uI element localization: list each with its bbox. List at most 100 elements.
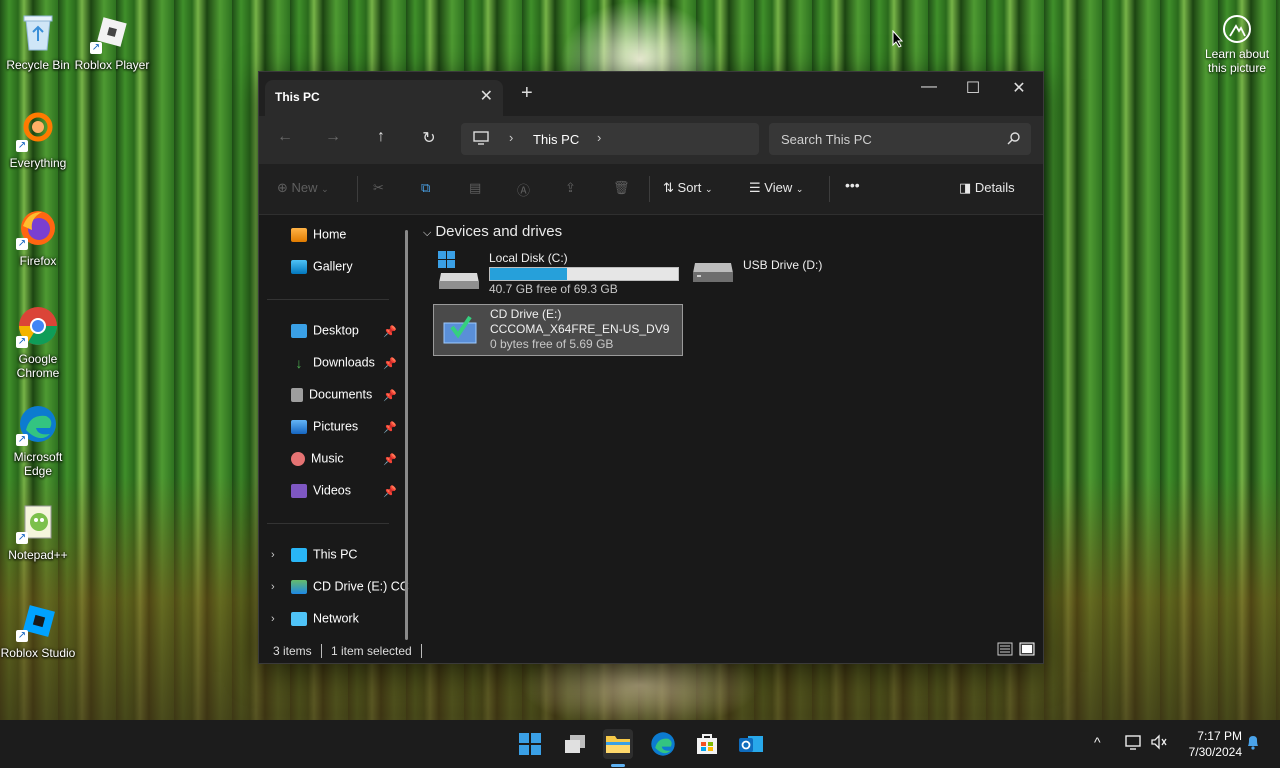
view-button[interactable]: ☰ View ⌄ <box>749 180 803 196</box>
new-button[interactable]: ⊕ New ⌄ <box>277 180 329 196</box>
sidebar-item-cd-drive[interactable]: CD Drive (E:) CC <box>291 579 409 599</box>
share-icon[interactable]: ⇪ <box>565 180 576 196</box>
desktop-icon-roblox-studio[interactable]: ↗ Roblox Studio <box>0 598 76 660</box>
desktop-icon-recycle-bin[interactable]: Recycle Bin <box>0 10 76 72</box>
minimize-icon[interactable]: — <box>909 78 949 96</box>
copy-icon[interactable]: ⧉ <box>421 180 430 196</box>
mouse-cursor-icon <box>892 29 904 51</box>
chevron-right-icon[interactable]: › <box>597 130 601 145</box>
sidebar-item-documents[interactable]: Documents <box>291 387 372 407</box>
show-hidden-icons-chevron[interactable]: ^ <box>1094 734 1101 750</box>
start-button[interactable] <box>515 729 545 759</box>
learn-label: Learn about this picture <box>1204 47 1270 75</box>
sidebar-item-music[interactable]: Music <box>291 451 344 471</box>
cut-icon[interactable]: ✂ <box>373 180 384 196</box>
sidebar-item-label: Network <box>313 611 359 626</box>
taskbar: ^ 7:17 PM 7/30/2024 <box>0 720 1280 768</box>
sidebar-item-gallery[interactable]: Gallery <box>291 259 353 279</box>
sidebar-item-this-pc[interactable]: This PC <box>291 547 357 567</box>
group-header[interactable]: ⌵ Devices and drives <box>423 223 562 240</box>
taskbar-store[interactable] <box>692 729 722 759</box>
outlook-icon <box>739 736 763 752</box>
network-icon <box>291 611 307 626</box>
desktop-icon-chrome[interactable]: ↗ Google Chrome <box>0 304 76 380</box>
task-view-button[interactable] <box>560 729 590 759</box>
rename-icon[interactable]: Ⓐ <box>517 180 530 199</box>
desktop-icon-label: Microsoft Edge <box>13 450 63 478</box>
windows-logo-icon <box>519 733 541 755</box>
network-status-icon[interactable] <box>1124 734 1142 753</box>
learn-about-picture[interactable]: Learn about this picture <box>1198 14 1276 75</box>
sidebar-item-videos[interactable]: Videos <box>291 483 351 503</box>
maximize-icon[interactable]: ☐ <box>953 78 993 98</box>
notification-bell-icon[interactable] <box>1246 734 1260 753</box>
pin-icon[interactable]: 📌 <box>383 325 397 338</box>
taskbar-edge[interactable] <box>648 729 678 759</box>
drive-free-space: 0 bytes free of 5.69 GB <box>490 337 614 351</box>
task-view-icon <box>565 735 585 753</box>
taskbar-clock[interactable]: 7:17 PM 7/30/2024 <box>1178 728 1242 760</box>
breadcrumb-this-pc[interactable]: This PC <box>533 132 579 147</box>
clock-date: 7/30/2024 <box>1188 745 1242 759</box>
new-tab-icon[interactable]: + <box>521 82 533 105</box>
desktop-icon-everything[interactable]: ↗ Everything <box>0 108 76 170</box>
more-options-button[interactable]: ••• <box>845 177 860 193</box>
search-placeholder: Search This PC <box>781 132 872 147</box>
chevron-down-icon: ⌄ <box>795 184 804 194</box>
tab-this-pc[interactable]: This PC ✕ <box>265 80 503 116</box>
desktop-icon-label: Roblox Studio <box>0 646 76 660</box>
desktop-icon-label: Recycle Bin <box>6 58 70 72</box>
pin-icon[interactable]: 📌 <box>383 389 397 402</box>
expand-chevron-icon[interactable]: › <box>271 613 275 625</box>
sidebar-item-desktop[interactable]: Desktop <box>291 323 359 343</box>
back-icon[interactable]: ← <box>271 128 299 152</box>
pin-icon[interactable]: 📌 <box>383 421 397 434</box>
desktop-icon-firefox[interactable]: ↗ Firefox <box>0 206 76 268</box>
pin-icon[interactable]: 📌 <box>383 485 397 498</box>
sidebar-item-label: Music <box>311 451 344 466</box>
sidebar-item-label: Videos <box>313 483 351 498</box>
sort-button[interactable]: ⇅ Sort ⌄ <box>663 180 713 196</box>
details-view-icon[interactable] <box>997 642 1013 659</box>
desktop-icon-notepadpp[interactable]: ↗ Notepad++ <box>0 500 76 562</box>
item-count: 3 items <box>273 644 312 658</box>
drive-volume-label: CCCOMA_X64FRE_EN-US_DV9 <box>490 322 670 336</box>
tiles-view-icon[interactable] <box>1019 642 1035 659</box>
sidebar-item-network[interactable]: Network <box>291 611 359 631</box>
tab-close-icon[interactable]: ✕ <box>480 86 493 106</box>
drive-usage-fill <box>490 268 568 280</box>
roblox-studio-icon: ↗ <box>16 598 60 642</box>
sidebar-item-home[interactable]: Home <box>291 227 346 247</box>
home-icon <box>291 227 307 242</box>
address-bar[interactable]: › This PC › <box>461 123 759 155</box>
pin-icon[interactable]: 📌 <box>383 357 397 370</box>
drive-cd-e[interactable]: CD Drive (E:) CCCOMA_X64FRE_EN-US_DV9 0 … <box>433 304 683 356</box>
expand-chevron-icon[interactable]: › <box>271 581 275 593</box>
drive-free-space: 40.7 GB free of 69.3 GB <box>489 282 618 296</box>
forward-icon[interactable]: → <box>319 128 347 152</box>
selection-count: 1 item selected <box>331 644 412 658</box>
desktop-icon-roblox-player[interactable]: ↗ Roblox Player <box>74 10 150 72</box>
cd-drive-icon <box>442 311 478 350</box>
drive-usb-d[interactable]: USB Drive (D:) <box>691 251 891 297</box>
up-icon[interactable]: ↑ <box>367 128 395 152</box>
divider <box>421 644 422 658</box>
chevron-right-icon[interactable]: › <box>509 130 513 145</box>
details-button[interactable]: ◨ Details <box>959 180 1015 196</box>
paste-icon[interactable]: ▤ <box>469 180 481 196</box>
delete-icon[interactable]: 🗑 <box>613 180 630 196</box>
expand-chevron-icon[interactable]: › <box>271 549 275 561</box>
desktop-icon-edge[interactable]: ↗ Microsoft Edge <box>0 402 76 478</box>
sidebar-scrollbar[interactable] <box>405 230 408 640</box>
taskbar-outlook[interactable] <box>736 729 766 759</box>
pin-icon[interactable]: 📌 <box>383 453 397 466</box>
volume-muted-icon[interactable] <box>1150 734 1168 753</box>
sidebar-item-pictures[interactable]: Pictures <box>291 419 358 439</box>
search-input[interactable]: Search This PC <box>769 123 1031 155</box>
close-icon[interactable]: ✕ <box>999 78 1039 98</box>
sidebar-item-downloads[interactable]: ↓ Downloads <box>291 355 375 375</box>
group-header-label: Devices and drives <box>435 223 563 240</box>
refresh-icon[interactable]: ↻ <box>415 128 443 152</box>
drive-local-disk-c[interactable]: Local Disk (C:) 40.7 GB free of 69.3 GB <box>437 251 687 297</box>
taskbar-file-explorer[interactable] <box>603 729 633 759</box>
